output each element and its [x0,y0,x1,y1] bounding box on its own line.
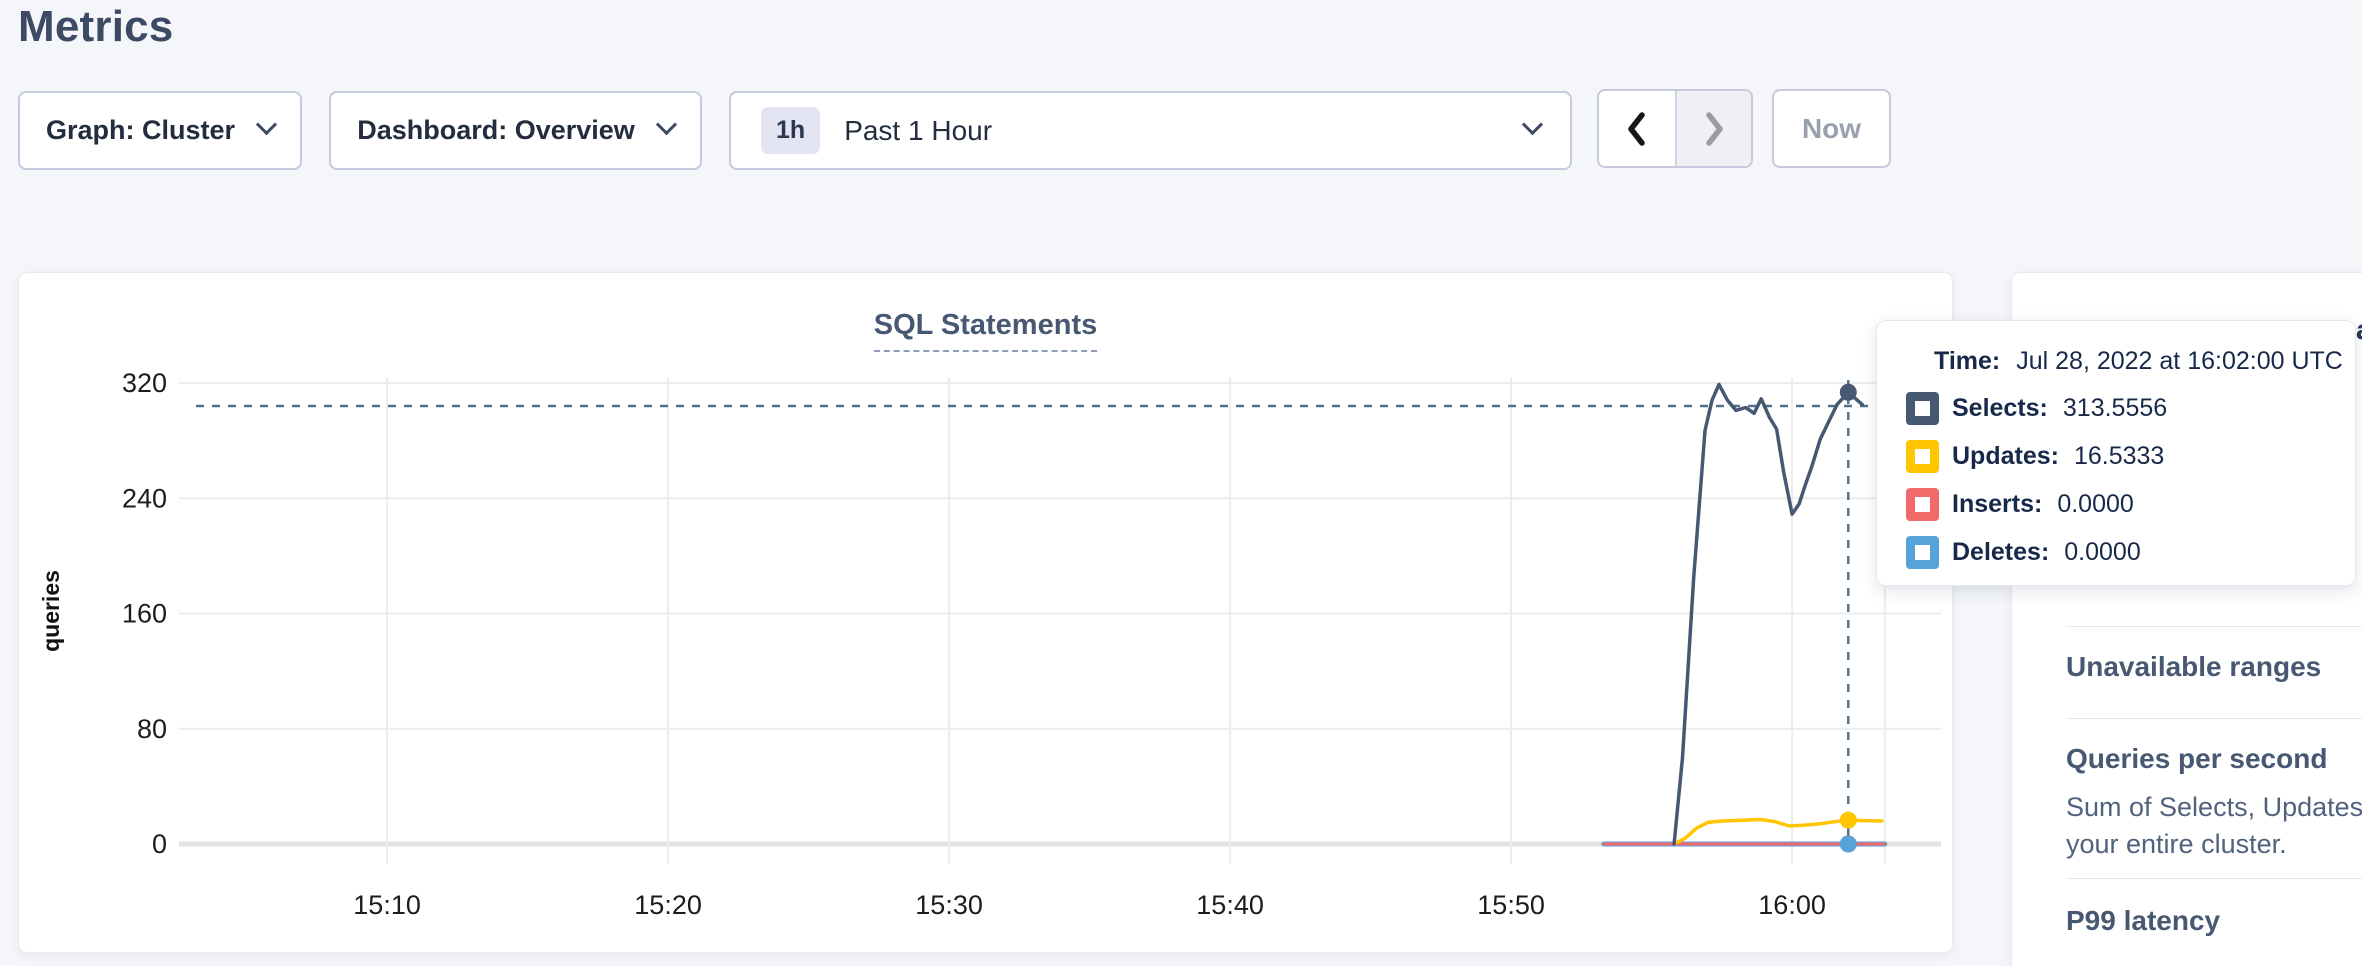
deletes-series-swatch [1906,536,1939,569]
chevron-left-icon [1626,111,1648,147]
svg-text:15:10: 15:10 [353,890,421,920]
graph-scope-label: Graph: Cluster [46,115,235,146]
svg-text:15:40: 15:40 [1196,890,1264,920]
prev-interval-button[interactable] [1599,91,1675,166]
section-divider [2066,626,2362,627]
tooltip-row: Selects: 313.5556 [1906,384,2355,432]
sql-statements-chart[interactable]: 0 80 160 240 320 15:10 15:20 15:30 15:40 15:50 16:… [19,273,1954,954]
time-range-badge: 1h [761,107,820,154]
sidebar-heading-p99-latency: P99 latency [2066,905,2220,937]
section-divider [2066,878,2362,879]
svg-text:15:50: 15:50 [1477,890,1545,920]
svg-text:15:30: 15:30 [915,890,983,920]
selects-series-swatch [1906,392,1939,425]
svg-text:15:20: 15:20 [634,890,702,920]
next-interval-button[interactable] [1675,91,1751,166]
series-label: Selects: [1952,394,2048,423]
dashboard-dropdown[interactable]: Dashboard: Overview [329,91,702,170]
svg-text:16:00: 16:00 [1758,890,1826,920]
dashboard-label: Dashboard: Overview [357,115,635,146]
tooltip-row: Updates: 16.5333 [1906,432,2355,480]
inserts-series-swatch [1906,488,1939,521]
graph-scope-dropdown[interactable]: Graph: Cluster [18,91,302,170]
series-label: Inserts: [1952,490,2042,519]
svg-text:160: 160 [122,599,167,629]
time-range-dropdown[interactable]: 1h Past 1 Hour [729,91,1572,170]
svg-text:240: 240 [122,483,167,513]
chevron-down-icon [1522,114,1543,135]
svg-text:320: 320 [122,368,167,398]
time-range-label: Past 1 Hour [844,115,992,147]
series-value: 0.0000 [2057,490,2133,519]
series-label: Deletes: [1952,538,2049,567]
sidebar-heading-queries-per-second: Queries per second [2066,743,2327,775]
interval-arrows [1597,89,1753,168]
svg-text:0: 0 [152,829,167,859]
chart-tooltip: Time: Jul 28, 2022 at 16:02:00 UTC Select… [1876,320,2356,586]
metrics-page: Metrics Graph: Cluster Dashboard: Overvi… [0,0,2362,966]
series-value: 0.0000 [2064,538,2140,567]
now-button[interactable]: Now [1772,89,1891,168]
updates-series-swatch [1906,440,1939,473]
series-label: Updates: [1952,442,2059,471]
page-title: Metrics [18,2,173,52]
chevron-down-icon [656,114,677,135]
sql-statements-card: 0 80 160 240 320 15:10 15:20 15:30 15:40 15:50 16:… [18,272,1953,953]
chart-title: SQL Statements [874,309,1097,352]
tooltip-row: Inserts: 0.0000 [1906,480,2355,528]
svg-text:queries: queries [38,570,64,652]
tooltip-time-row: Time: Jul 28, 2022 at 16:02:00 UTC [1934,347,2355,376]
tooltip-time-value: Jul 28, 2022 at 16:02:00 UTC [2016,347,2343,375]
section-divider [2066,718,2362,719]
tooltip-time-label: Time: [1934,347,2000,375]
chevron-right-icon [1703,111,1725,147]
series-value: 16.5333 [2074,442,2164,471]
qps-description-line-1: Sum of Selects, Updates, Inserts [2066,789,2362,826]
sidebar-truncated-text: a [2356,314,2362,346]
chevron-down-icon [256,114,277,135]
tooltip-row: Deletes: 0.0000 [1906,528,2355,576]
svg-text:80: 80 [137,714,167,744]
series-value: 313.5556 [2063,394,2167,423]
qps-description-line-2: your entire cluster. [2066,826,2287,863]
sidebar-heading-unavailable-ranges: Unavailable ranges [2066,651,2321,683]
